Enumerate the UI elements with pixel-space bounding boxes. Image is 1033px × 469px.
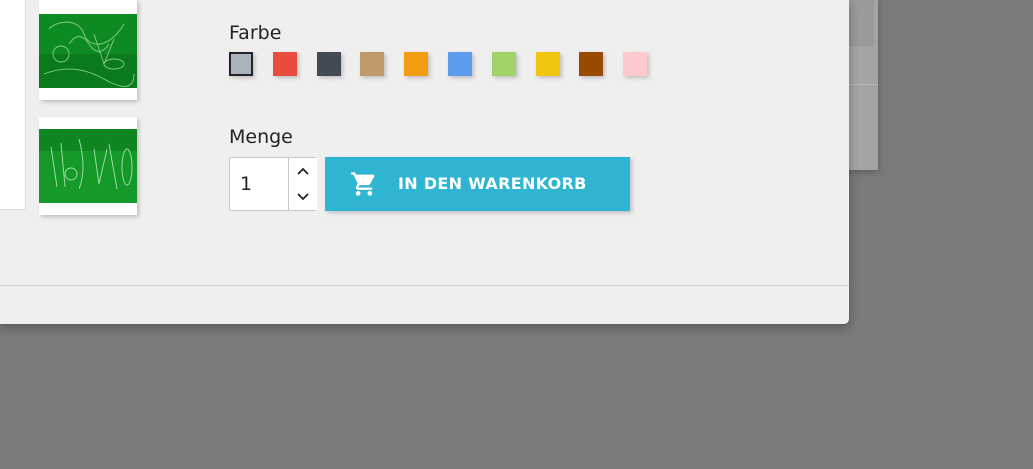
color-swatch-3[interactable]	[316, 52, 341, 76]
chevron-up-icon	[297, 167, 309, 175]
product-thumbnail-1[interactable]	[39, 0, 137, 100]
shopping-cart-icon	[351, 172, 375, 196]
color-swatch-5[interactable]	[404, 52, 429, 76]
color-swatch-4[interactable]	[360, 52, 385, 76]
thumbnail-image-2	[39, 129, 137, 203]
modal-footer-divider	[0, 285, 849, 286]
color-swatch-9[interactable]	[579, 52, 604, 76]
quantity-increase-button[interactable]	[289, 158, 317, 185]
product-thumbnail-2[interactable]	[39, 117, 137, 215]
add-to-cart-button[interactable]: In den Warenkorb	[325, 157, 630, 211]
quantity-input[interactable]	[230, 158, 288, 210]
quantity-stepper	[229, 157, 317, 211]
color-swatch-2[interactable]	[272, 52, 297, 76]
color-swatch-6[interactable]	[448, 52, 472, 76]
chevron-down-icon	[297, 193, 309, 201]
thumbnail-image-1	[39, 14, 137, 88]
quantity-buttons	[288, 157, 317, 211]
color-swatch-7[interactable]	[491, 52, 516, 76]
color-swatch-1[interactable]	[229, 52, 253, 76]
quantity-decrease-button[interactable]	[289, 184, 317, 210]
main-product-image	[0, 0, 26, 210]
color-label: Farbe	[229, 22, 282, 44]
quantity-label: Menge	[229, 126, 293, 148]
add-to-cart-label: In den Warenkorb	[398, 174, 587, 193]
quickview-modal: Farbe Menge In den Warenkorb	[0, 0, 849, 324]
color-swatch-10[interactable]	[623, 52, 648, 76]
color-swatch-8[interactable]	[535, 52, 560, 76]
